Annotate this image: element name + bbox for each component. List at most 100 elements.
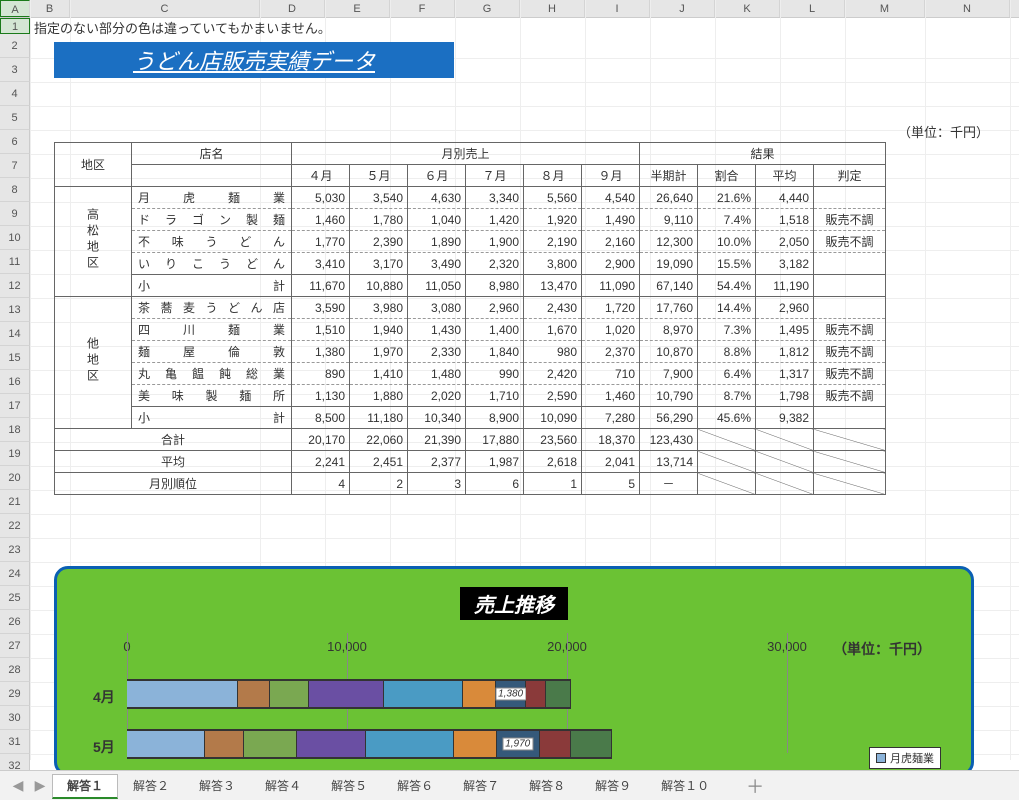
cell[interactable]: 1,798 (756, 385, 814, 407)
chart-container[interactable]: 売上推移 0 10,000 20,000 30,000 （単位：千円） 4月 5… (54, 566, 974, 776)
cell[interactable]: 45.6% (698, 407, 756, 429)
cell[interactable]: 3,490 (408, 253, 466, 275)
cell[interactable]: 10,870 (640, 341, 698, 363)
cell[interactable] (814, 407, 886, 429)
row-19[interactable]: 19 (0, 442, 30, 466)
col-I[interactable]: I (585, 0, 650, 17)
cell[interactable]: 1,780 (350, 209, 408, 231)
cell[interactable]: 1,510 (292, 319, 350, 341)
cell[interactable]: 980 (524, 341, 582, 363)
cell[interactable]: 2,160 (582, 231, 640, 253)
cell[interactable]: 1 (524, 473, 582, 495)
col-F[interactable]: F (390, 0, 455, 17)
sheet-tab-3[interactable]: 解答４ (250, 774, 316, 797)
cell[interactable]: 10,880 (350, 275, 408, 297)
cell[interactable]: 20,170 (292, 429, 350, 451)
cell[interactable]: 890 (292, 363, 350, 385)
cell[interactable]: 2,330 (408, 341, 466, 363)
sheet-tab-6[interactable]: 解答７ (448, 774, 514, 797)
row-30[interactable]: 30 (0, 706, 30, 730)
cell[interactable]: 1,670 (524, 319, 582, 341)
cell[interactable]: 11,050 (408, 275, 466, 297)
cell[interactable]: 2 (350, 473, 408, 495)
col-K[interactable]: K (715, 0, 780, 17)
cell[interactable]: 17,760 (640, 297, 698, 319)
sheet-tab-1[interactable]: 解答２ (118, 774, 184, 797)
cell[interactable]: 8.8% (698, 341, 756, 363)
cell[interactable]: 3,540 (350, 187, 408, 209)
col-L[interactable]: L (780, 0, 845, 17)
cell[interactable]: － (640, 473, 698, 495)
cell[interactable]: 3,410 (292, 253, 350, 275)
cell[interactable]: 11,090 (582, 275, 640, 297)
cell[interactable]: 1,770 (292, 231, 350, 253)
cell[interactable]: 54.4% (698, 275, 756, 297)
row-6[interactable]: 6 (0, 130, 30, 154)
cell[interactable]: 1,812 (756, 341, 814, 363)
cell[interactable]: 1,460 (292, 209, 350, 231)
row-7[interactable]: 7 (0, 154, 30, 178)
cell[interactable]: 8,970 (640, 319, 698, 341)
cell[interactable]: 67,140 (640, 275, 698, 297)
row-10[interactable]: 10 (0, 226, 30, 250)
col-H[interactable]: H (520, 0, 585, 17)
cell[interactable]: 2,377 (408, 451, 466, 473)
cell[interactable]: 14.4% (698, 297, 756, 319)
row-27[interactable]: 27 (0, 634, 30, 658)
cell[interactable]: 6 (466, 473, 524, 495)
cell[interactable]: 23,560 (524, 429, 582, 451)
cell[interactable]: 2,420 (524, 363, 582, 385)
col-E[interactable]: E (325, 0, 390, 17)
row-14[interactable]: 14 (0, 322, 30, 346)
cell[interactable] (814, 275, 886, 297)
cell[interactable]: 1,880 (350, 385, 408, 407)
cell[interactable]: 19,090 (640, 253, 698, 275)
cell[interactable]: 2,451 (350, 451, 408, 473)
tab-nav-prev[interactable]: ◀ (8, 777, 28, 794)
cell[interactable]: 1,518 (756, 209, 814, 231)
cell[interactable]: 4,630 (408, 187, 466, 209)
row-18[interactable]: 18 (0, 418, 30, 442)
cell[interactable]: 4,440 (756, 187, 814, 209)
col-M[interactable]: M (845, 0, 925, 17)
cell[interactable]: 7,280 (582, 407, 640, 429)
row-9[interactable]: 9 (0, 202, 30, 226)
cell[interactable]: 3,182 (756, 253, 814, 275)
cell[interactable]: 1,430 (408, 319, 466, 341)
tab-nav-next[interactable]: ▶ (30, 777, 50, 794)
cell[interactable]: 販売不調 (814, 319, 886, 341)
sheet-tab-9[interactable]: 解答１０ (646, 774, 724, 797)
cell[interactable]: 1,317 (756, 363, 814, 385)
cell[interactable]: 5,560 (524, 187, 582, 209)
sheet-tab-4[interactable]: 解答５ (316, 774, 382, 797)
row-29[interactable]: 29 (0, 682, 30, 706)
cell[interactable]: 3,980 (350, 297, 408, 319)
cell[interactable]: 2,050 (756, 231, 814, 253)
row-1[interactable]: 1 (0, 18, 30, 34)
cell[interactable]: 販売不調 (814, 209, 886, 231)
cell[interactable]: 8,900 (466, 407, 524, 429)
cell[interactable]: 10,340 (408, 407, 466, 429)
cell[interactable]: 2,618 (524, 451, 582, 473)
cell[interactable]: 26,640 (640, 187, 698, 209)
row-22[interactable]: 22 (0, 514, 30, 538)
cell[interactable] (814, 187, 886, 209)
cell[interactable]: 8,980 (466, 275, 524, 297)
cell[interactable]: 2,041 (582, 451, 640, 473)
cell[interactable]: 9,382 (756, 407, 814, 429)
cell[interactable]: 1,040 (408, 209, 466, 231)
cell[interactable]: 1,420 (466, 209, 524, 231)
row-4[interactable]: 4 (0, 82, 30, 106)
cell[interactable]: 56,290 (640, 407, 698, 429)
col-J[interactable]: J (650, 0, 715, 17)
sheet-tab-5[interactable]: 解答６ (382, 774, 448, 797)
row-31[interactable]: 31 (0, 730, 30, 754)
cell[interactable]: 5 (582, 473, 640, 495)
cell[interactable]: 1,920 (524, 209, 582, 231)
cell[interactable]: 3 (408, 473, 466, 495)
cell[interactable]: 1,020 (582, 319, 640, 341)
cell[interactable]: 15.5% (698, 253, 756, 275)
cell[interactable]: 1,970 (350, 341, 408, 363)
cell[interactable]: 2,960 (466, 297, 524, 319)
cell[interactable]: 1,130 (292, 385, 350, 407)
